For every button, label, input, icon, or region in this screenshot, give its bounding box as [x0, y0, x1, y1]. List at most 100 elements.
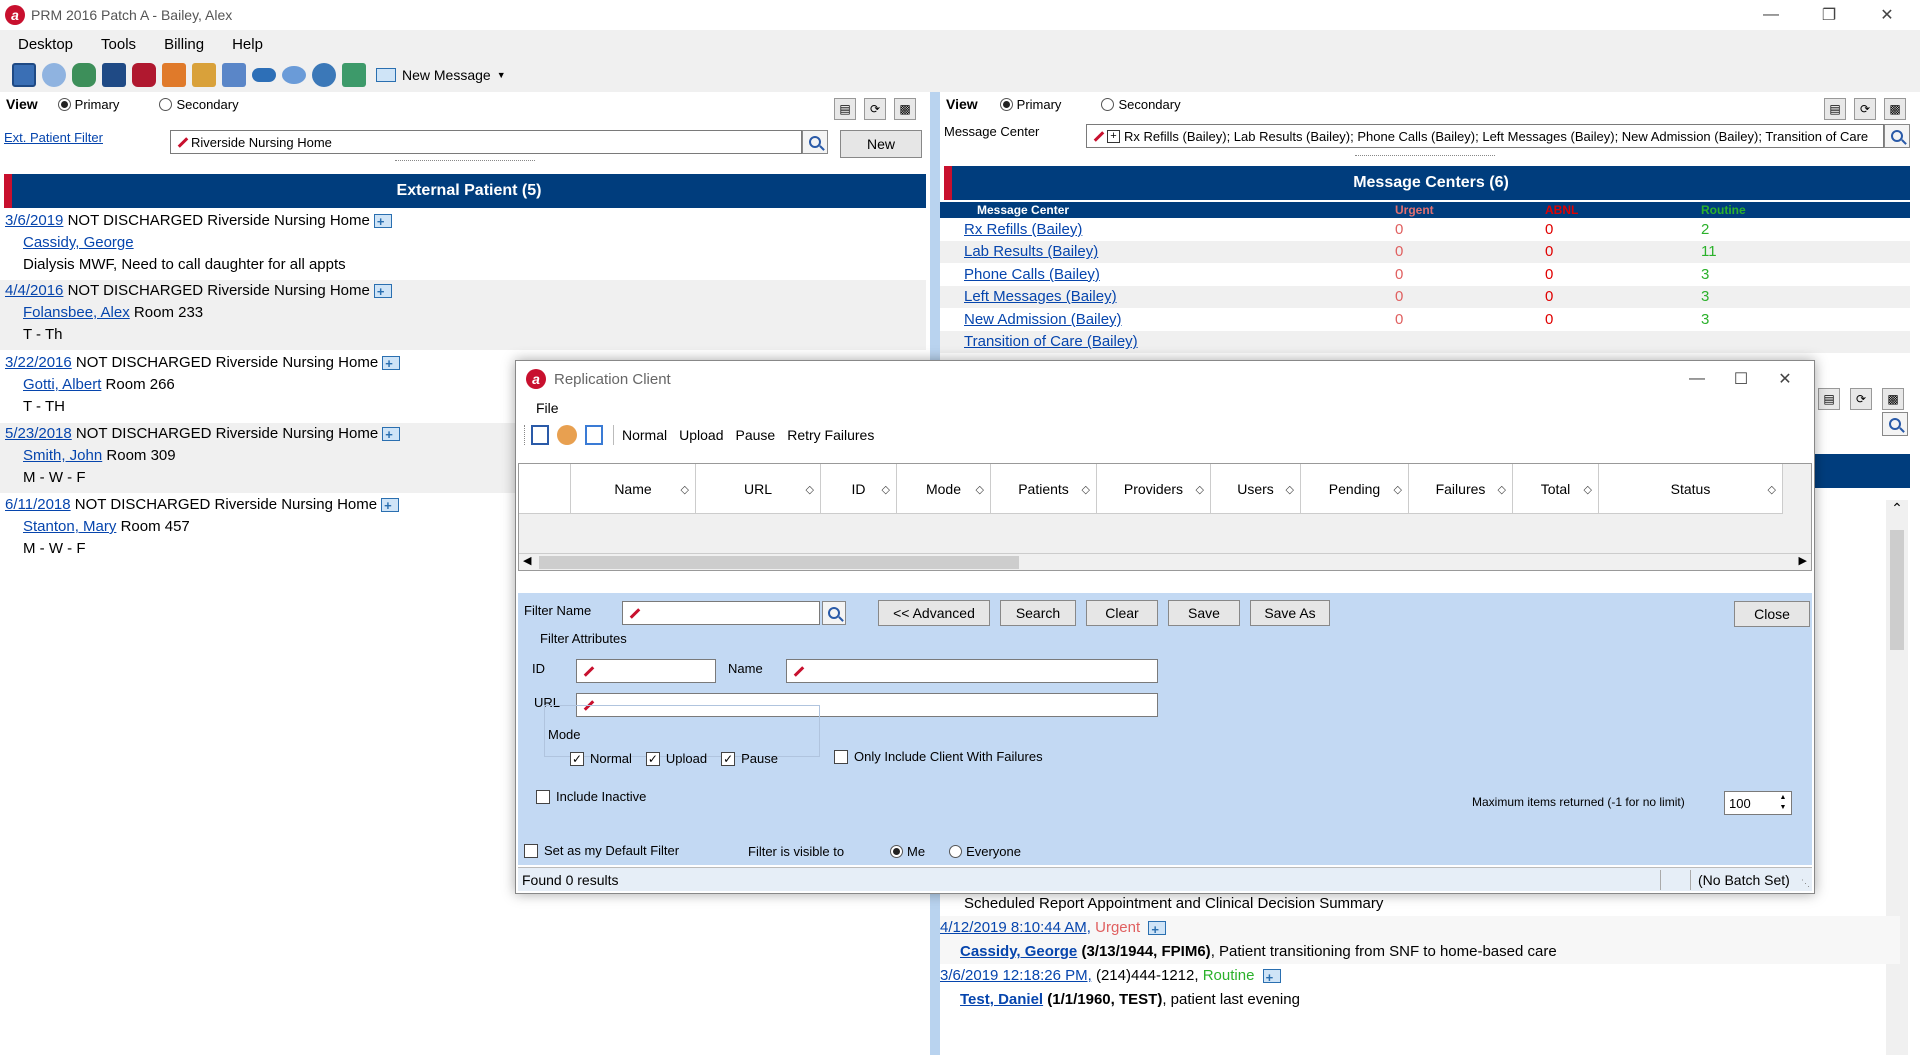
close-icon[interactable]: ✕	[1858, 0, 1916, 30]
new-button[interactable]: New	[840, 130, 922, 158]
patient-name-link[interactable]: Stanton, Mary	[23, 518, 116, 535]
people-icon[interactable]	[72, 63, 96, 87]
report-icon[interactable]	[222, 63, 246, 87]
splitter-grip[interactable]	[395, 160, 535, 166]
primary-radio[interactable]	[999, 97, 1013, 111]
globe-icon[interactable]	[312, 63, 336, 87]
minimize-icon[interactable]: —	[1742, 0, 1800, 30]
column-header-providers[interactable]: Providers ◇	[1097, 464, 1211, 514]
everyone-radio[interactable]	[949, 845, 963, 858]
normal-checkbox[interactable]: ✓	[570, 751, 584, 766]
patient-name-link[interactable]: Gotti, Albert	[23, 376, 101, 393]
menu-help[interactable]: Help	[218, 36, 277, 53]
add-message-icon[interactable]	[373, 281, 392, 303]
primary-radio[interactable]	[57, 97, 71, 111]
add-message-icon[interactable]	[382, 424, 401, 446]
me-radio[interactable]	[890, 845, 903, 858]
refresh-button[interactable]: ⟳	[1854, 98, 1876, 120]
name-input[interactable]	[786, 659, 1158, 683]
ext-patient-filter-link[interactable]: Ext. Patient Filter	[4, 130, 103, 145]
message-center-link[interactable]: Lab Results (Bailey)	[964, 243, 1098, 260]
add-message-icon[interactable]	[373, 211, 392, 233]
max-items-stepper[interactable]: ▲ ▼	[1776, 793, 1790, 813]
patient-name-link[interactable]: Folansbee, Alex	[23, 304, 130, 321]
default-filter-checkbox[interactable]	[524, 843, 538, 858]
message-center-link[interactable]: Left Messages (Bailey)	[964, 288, 1117, 305]
patient-name-link[interactable]: Cassidy, George	[23, 234, 134, 251]
calendar-icon[interactable]	[12, 63, 36, 87]
columns-icon[interactable]	[585, 425, 603, 445]
voicemail-icon[interactable]	[252, 68, 276, 82]
message-center-link[interactable]: New Admission (Bailey)	[964, 311, 1122, 328]
upload-checkbox[interactable]: ✓	[645, 751, 660, 766]
scroll-left-icon[interactable]: ◀	[523, 554, 531, 567]
contact-card-icon[interactable]	[102, 63, 126, 87]
list-view-button[interactable]: ▤	[1818, 388, 1840, 410]
scroll-thumb[interactable]	[539, 556, 1019, 569]
add-message-icon[interactable]	[382, 353, 401, 375]
close-button[interactable]: Close	[1734, 601, 1810, 627]
new-message-button[interactable]: New Message ▼	[376, 67, 506, 83]
include-inactive-checkbox[interactable]	[536, 789, 550, 804]
message-date-link[interactable]: 3/6/2019 12:18:26 PM,	[940, 967, 1092, 984]
filter-search-button[interactable]	[822, 601, 846, 625]
column-header-users[interactable]: Users ◇	[1211, 464, 1301, 514]
column-header-total[interactable]: Total ◇	[1513, 464, 1599, 514]
patient-filter-input[interactable]: Riverside Nursing Home	[170, 130, 802, 154]
patient-date-link[interactable]: 5/23/2018	[5, 425, 72, 442]
column-header-mode[interactable]: Mode ◇	[897, 464, 991, 514]
patient-date-link[interactable]: 3/22/2016	[5, 354, 72, 371]
restore-icon[interactable]: ❐	[1800, 0, 1858, 30]
message-search-button[interactable]	[1882, 412, 1908, 436]
menu-desktop[interactable]: Desktop	[0, 36, 87, 53]
add-message-icon[interactable]	[1262, 966, 1281, 990]
advanced-button[interactable]: << Advanced	[878, 600, 990, 626]
column-header-status[interactable]: Status ◇	[1599, 464, 1783, 514]
refresh-button[interactable]: ⟳	[1850, 388, 1872, 410]
menu-tools[interactable]: Tools	[87, 36, 150, 53]
filter-name-input[interactable]	[622, 601, 820, 625]
print-button[interactable]: ▩	[1884, 98, 1906, 120]
scroll-right-icon[interactable]: ▶	[1799, 554, 1807, 567]
expand-plus-icon[interactable]: +	[1107, 129, 1120, 143]
message-center-link[interactable]: Phone Calls (Bailey)	[964, 266, 1100, 283]
add-message-icon[interactable]	[1148, 918, 1167, 942]
save-as-button[interactable]: Save As	[1250, 600, 1330, 626]
column-header-id[interactable]: ID ◇	[821, 464, 897, 514]
message-center-link[interactable]: Rx Refills (Bailey)	[964, 221, 1082, 238]
normal-button[interactable]: Normal	[622, 427, 667, 443]
upload-hand-icon[interactable]	[557, 425, 577, 445]
message-center-filter-input[interactable]: + Rx Refills (Bailey); Lab Results (Bail…	[1086, 124, 1884, 148]
patient-date-link[interactable]: 6/11/2018	[5, 496, 71, 513]
menu-file[interactable]: File	[536, 400, 559, 416]
scroll-up-icon[interactable]: ⌃	[1886, 500, 1908, 517]
secondary-radio[interactable]	[159, 97, 173, 111]
list-view-button[interactable]: ▤	[834, 98, 856, 120]
patient-name-link[interactable]: Smith, John	[23, 447, 102, 464]
message-patient-link[interactable]: Test, Daniel	[960, 991, 1043, 1008]
upload-button[interactable]: Upload	[679, 427, 723, 443]
menu-billing[interactable]: Billing	[150, 36, 218, 53]
message-center-search-button[interactable]	[1884, 124, 1910, 148]
message-date-link[interactable]: 4/12/2019 8:10:44 AM,	[940, 919, 1091, 936]
retry-failures-button[interactable]: Retry Failures	[787, 427, 874, 443]
phone-icon[interactable]	[132, 63, 156, 87]
pause-checkbox[interactable]: ✓	[721, 751, 736, 766]
patient-date-link[interactable]: 3/6/2019	[5, 212, 63, 229]
id-input[interactable]	[576, 659, 716, 683]
secondary-radio[interactable]	[1101, 97, 1115, 111]
tasks-icon[interactable]	[192, 63, 216, 87]
print-button[interactable]: ▩	[894, 98, 916, 120]
list-view-button[interactable]: ▤	[1824, 98, 1846, 120]
column-header-name[interactable]: Name ◇	[571, 464, 696, 514]
pause-button[interactable]: Pause	[736, 427, 776, 443]
print-button[interactable]: ▩	[1882, 388, 1904, 410]
message-center-link[interactable]: Transition of Care (Bailey)	[964, 333, 1138, 350]
checklist-icon[interactable]	[531, 425, 549, 445]
chat-icon[interactable]	[282, 66, 306, 84]
clipboard-icon[interactable]	[342, 63, 366, 87]
scroll-thumb[interactable]	[1890, 530, 1904, 650]
chart-icon[interactable]	[42, 63, 66, 87]
only-failures-checkbox[interactable]	[834, 749, 848, 764]
patient-date-link[interactable]: 4/4/2016	[5, 282, 63, 299]
